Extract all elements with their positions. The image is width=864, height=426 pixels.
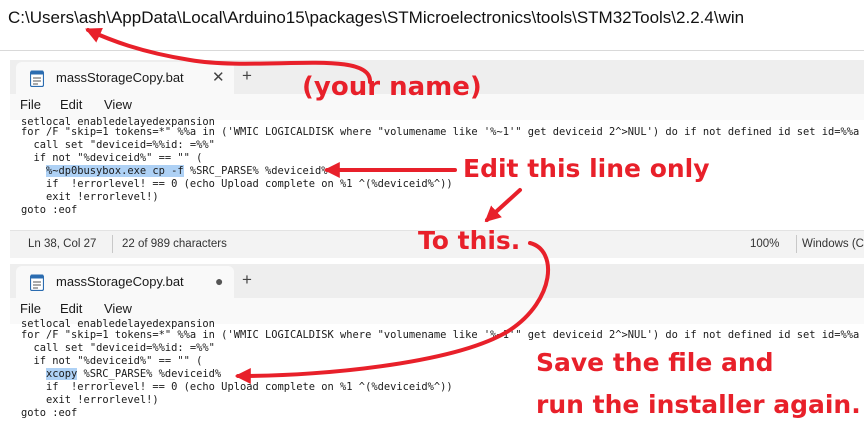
- tab-title: massStorageCopy.bat: [56, 70, 184, 85]
- folder-path: C:\Users\ash\AppData\Local\Arduino15\pac…: [8, 8, 745, 27]
- code-line: goto :eof: [21, 407, 78, 419]
- code-line: for /F "skip=1 tokens=*" %%a in ('WMIC L…: [21, 329, 860, 341]
- menu-file[interactable]: File: [20, 97, 41, 112]
- code-line: exit !errorlevel!): [21, 191, 159, 203]
- annotation-your-name: (your name): [302, 72, 482, 102]
- annotation-run-installer: run the installer again.: [536, 390, 861, 419]
- selected-text: xcopy: [46, 368, 78, 380]
- cursor-position: Ln 38, Col 27: [28, 238, 97, 250]
- tab-massstoragecopy[interactable]: massStorageCopy.bat ●: [16, 266, 234, 298]
- notepad-document-icon: [30, 70, 44, 87]
- code-line: if not "%deviceid%" == "" (: [21, 152, 203, 164]
- code-line: if not "%deviceid%" == "" (: [21, 355, 203, 367]
- code-line-edited: xcopy %SRC_PARSE% %deviceid%: [46, 368, 221, 381]
- code-line: if !errorlevel! == 0 (echo Upload comple…: [21, 178, 453, 190]
- code-text: %SRC_PARSE% %deviceid%: [77, 368, 222, 380]
- annotation-to-this: To this.: [418, 226, 521, 255]
- new-tab-button[interactable]: +: [242, 66, 252, 86]
- code-line-edit-target: %~dp0busybox.exe cp -f %SRC_PARSE% %devi…: [46, 165, 328, 178]
- code-text: %SRC_PARSE% %deviceid%: [183, 165, 328, 177]
- selected-text: %~dp0busybox.exe cp -f: [46, 165, 184, 177]
- new-tab-button[interactable]: +: [242, 270, 252, 290]
- tab-strip: massStorageCopy.bat ● +: [10, 264, 864, 298]
- code-line: for /F "skip=1 tokens=*" %%a in ('WMIC L…: [21, 126, 860, 138]
- code-line: call set "deviceid=%%id: =%%": [21, 342, 215, 354]
- code-line: call set "deviceid=%%id: =%%": [21, 139, 215, 151]
- unsaved-dot-icon[interactable]: ●: [215, 273, 223, 289]
- tab-title: massStorageCopy.bat: [56, 274, 184, 289]
- zoom-level[interactable]: 100%: [750, 238, 779, 250]
- code-line: exit !errorlevel!): [21, 394, 159, 406]
- close-tab-icon[interactable]: ✕: [212, 68, 225, 86]
- menu-file[interactable]: File: [20, 301, 41, 316]
- menu-edit[interactable]: Edit: [60, 301, 82, 316]
- menu-edit[interactable]: Edit: [60, 97, 82, 112]
- menu-view[interactable]: View: [104, 97, 132, 112]
- status-divider: [112, 235, 113, 253]
- character-count: 22 of 989 characters: [122, 238, 227, 250]
- menu-view[interactable]: View: [104, 301, 132, 316]
- status-divider: [796, 235, 797, 253]
- code-line: goto :eof: [21, 204, 78, 216]
- line-ending[interactable]: Windows (CRLF): [802, 238, 864, 250]
- tab-massstoragecopy[interactable]: massStorageCopy.bat ✕: [16, 62, 234, 94]
- annotation-save-file: Save the file and: [536, 348, 774, 377]
- path-bar: C:\Users\ash\AppData\Local\Arduino15\pac…: [0, 0, 864, 51]
- text-editor[interactable]: setlocal enabledelayedexpansion for /F "…: [10, 116, 864, 230]
- code-line: if !errorlevel! == 0 (echo Upload comple…: [21, 381, 453, 393]
- annotation-edit-line: Edit this line only: [463, 154, 710, 183]
- notepad-document-icon: [30, 274, 44, 291]
